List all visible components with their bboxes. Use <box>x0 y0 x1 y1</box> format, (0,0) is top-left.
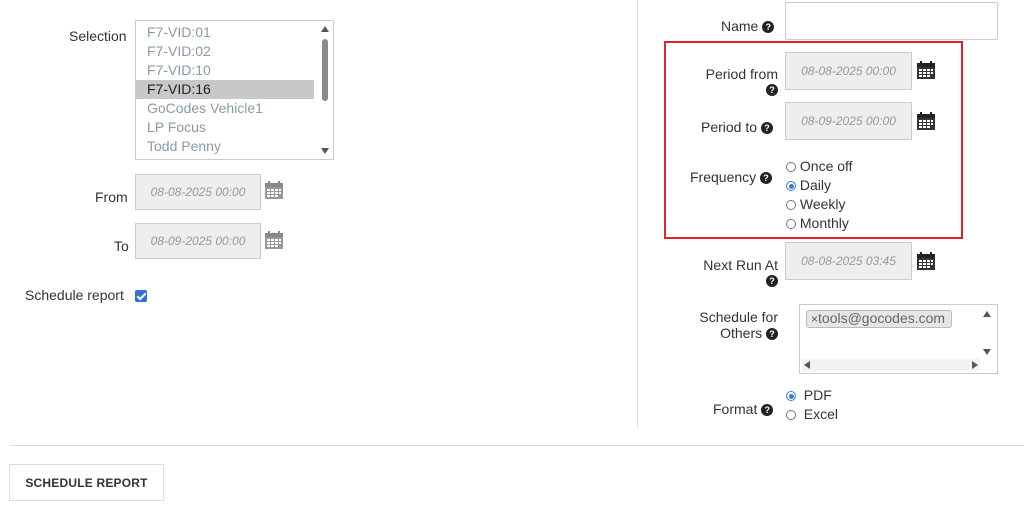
help-icon[interactable]: ? <box>766 275 778 287</box>
recipients-vscroll[interactable] <box>981 307 995 357</box>
radio-button[interactable] <box>786 410 796 420</box>
help-icon[interactable]: ? <box>760 122 773 134</box>
next-run-label-text: Next Run At <box>703 257 778 273</box>
schedule-report-checkbox[interactable] <box>135 290 147 302</box>
tag-label: tools@gocodes.com <box>818 310 946 326</box>
recipients-hscroll[interactable] <box>802 359 980 371</box>
scroll-down-icon[interactable] <box>321 148 329 154</box>
list-item[interactable]: Todd Penny <box>136 137 314 156</box>
frequency-label: Frequency ? <box>690 169 773 185</box>
period-from-input[interactable]: 08-08-2025 00:00 <box>785 52 912 90</box>
scroll-right-icon[interactable] <box>972 361 978 369</box>
frequency-option-weekly[interactable]: Weekly <box>786 195 853 214</box>
radio-button-selected[interactable] <box>786 391 796 401</box>
scroll-up-icon[interactable] <box>321 26 329 32</box>
others-recipients-box[interactable]: ×tools@gocodes.com <box>799 304 998 374</box>
frequency-radio-group: Once off Daily Weekly Monthly <box>786 157 853 233</box>
column-divider <box>637 0 638 428</box>
list-item[interactable]: GoCodes Vehicle1 <box>136 99 314 118</box>
selection-listbox[interactable]: F7-VID:01 F7-VID:02 F7-VID:10 F7-VID:16 … <box>135 20 334 160</box>
format-radio-group: PDF Excel <box>786 386 838 424</box>
period-to-input[interactable]: 08-09-2025 00:00 <box>785 102 912 140</box>
radio-label: Once off <box>799 158 853 174</box>
calendar-icon[interactable] <box>916 251 936 271</box>
next-run-label: Next Run At ? <box>680 258 778 288</box>
format-label: Format ? <box>713 401 774 417</box>
calendar-icon[interactable] <box>264 230 284 250</box>
period-from-label: Period from ? <box>680 67 778 97</box>
format-label-text: Format <box>713 401 758 417</box>
help-icon[interactable]: ? <box>766 328 778 340</box>
scroll-down-icon[interactable] <box>983 349 991 355</box>
frequency-label-text: Frequency <box>690 169 757 185</box>
radio-button[interactable] <box>786 162 796 172</box>
calendar-icon[interactable] <box>916 60 936 80</box>
scroll-left-icon[interactable] <box>804 361 810 369</box>
next-run-input[interactable]: 08-08-2025 03:45 <box>785 242 912 280</box>
scroll-up-icon[interactable] <box>983 311 991 317</box>
footer-divider <box>10 445 1024 446</box>
help-icon[interactable]: ? <box>760 172 773 184</box>
name-label-text: Name <box>721 18 759 34</box>
period-to-label: Period to ? <box>701 119 773 135</box>
schedule-others-label-line1: Schedule for <box>699 309 778 325</box>
schedule-report-button[interactable]: SCHEDULE REPORT <box>9 464 164 501</box>
tag-remove-icon[interactable]: × <box>811 312 818 326</box>
list-item-selected[interactable]: F7-VID:16 <box>136 80 314 99</box>
list-item[interactable]: F7-VID:01 <box>136 23 314 42</box>
radio-button-selected[interactable] <box>786 181 796 191</box>
calendar-icon[interactable] <box>916 111 936 131</box>
radio-label: Monthly <box>799 215 849 231</box>
help-icon[interactable]: ? <box>761 404 774 416</box>
period-to-label-text: Period to <box>701 119 758 135</box>
help-icon[interactable]: ? <box>762 21 775 33</box>
frequency-option-once-off[interactable]: Once off <box>786 157 853 176</box>
calendar-icon[interactable] <box>264 180 284 200</box>
schedule-others-label: Schedule for Others ? <box>680 309 778 341</box>
from-date-input[interactable]: 08-08-2025 00:00 <box>135 174 261 210</box>
to-date-input[interactable]: 08-09-2025 00:00 <box>135 223 261 259</box>
radio-label: PDF <box>803 387 832 403</box>
format-option-excel[interactable]: Excel <box>786 405 838 424</box>
scrollbar-thumb[interactable] <box>322 39 328 101</box>
radio-button[interactable] <box>786 200 796 210</box>
frequency-option-daily[interactable]: Daily <box>786 176 853 195</box>
to-label: To <box>114 238 129 254</box>
list-item[interactable]: F7-VID:10 <box>136 61 314 80</box>
schedule-others-label-line2: Others <box>720 325 763 341</box>
selection-scrollbar[interactable] <box>319 23 331 157</box>
format-option-pdf[interactable]: PDF <box>786 386 838 405</box>
list-item[interactable]: F7-VID:02 <box>136 42 314 61</box>
name-input[interactable] <box>785 2 998 40</box>
recipient-tag: ×tools@gocodes.com <box>806 310 953 328</box>
radio-label: Daily <box>799 177 832 193</box>
radio-button[interactable] <box>786 219 796 229</box>
from-label: From <box>95 189 128 205</box>
name-label: Name ? <box>721 18 775 34</box>
radio-label: Weekly <box>799 196 846 212</box>
list-item[interactable]: LP Focus <box>136 118 314 137</box>
help-icon[interactable]: ? <box>766 84 778 96</box>
schedule-report-label: Schedule report <box>25 287 124 303</box>
period-from-label-text: Period from <box>705 66 778 82</box>
radio-label: Excel <box>803 406 839 422</box>
selection-label: Selection <box>69 28 127 44</box>
frequency-option-monthly[interactable]: Monthly <box>786 214 853 233</box>
